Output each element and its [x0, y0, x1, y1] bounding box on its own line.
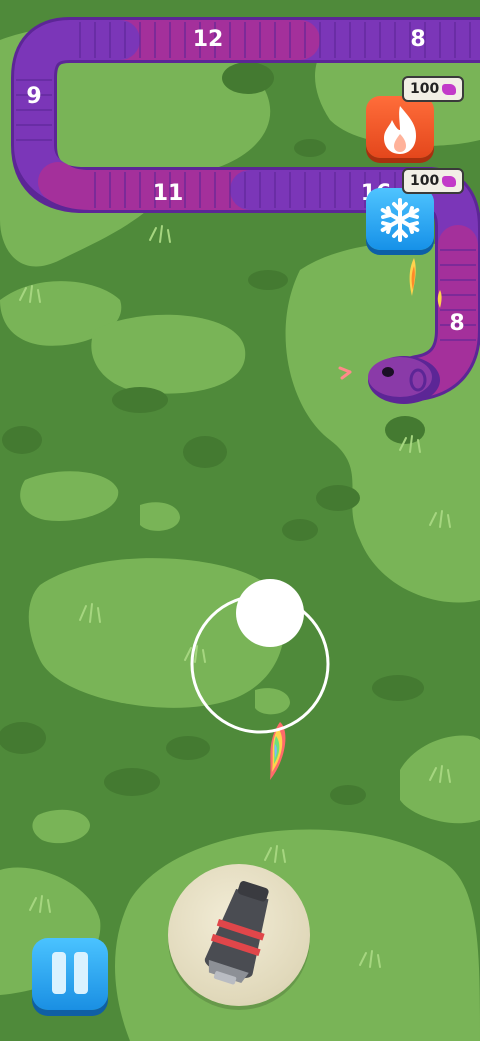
pause-button[interactable] — [32, 938, 108, 1010]
game-board[interactable]: 12 8 9 11 16 8 100 — [0, 0, 480, 1041]
cannon-icon — [205, 880, 269, 985]
cannon-button[interactable] — [168, 864, 310, 1006]
